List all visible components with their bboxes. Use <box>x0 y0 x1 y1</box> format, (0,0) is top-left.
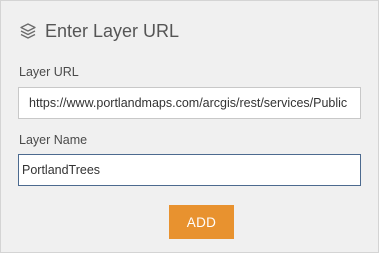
layer-name-label: Layer Name <box>19 133 88 147</box>
layer-url-label: Layer URL <box>19 65 79 79</box>
enter-layer-url-panel: Enter Layer URL Layer URL Layer Name ADD <box>0 0 379 253</box>
layers-icon <box>19 22 37 40</box>
layer-url-input[interactable] <box>18 87 361 119</box>
layer-name-input[interactable] <box>18 154 361 186</box>
add-button[interactable]: ADD <box>169 205 234 239</box>
panel-header: Enter Layer URL <box>19 19 179 43</box>
panel-title: Enter Layer URL <box>45 20 180 41</box>
